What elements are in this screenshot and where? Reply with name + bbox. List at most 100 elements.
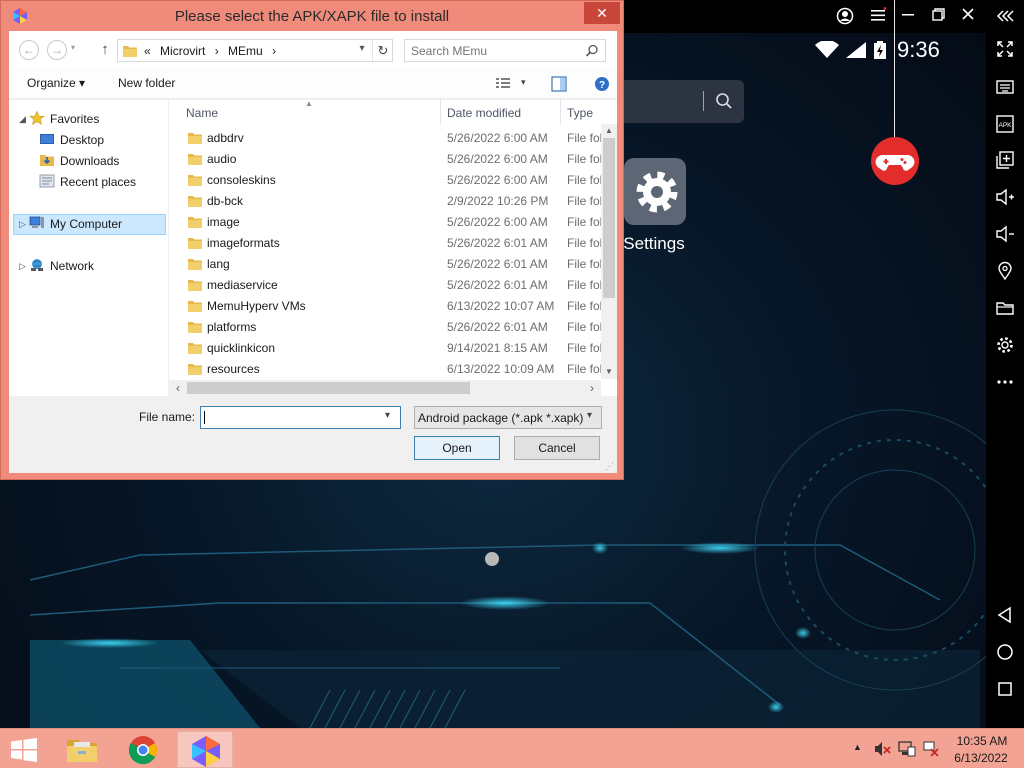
address-dropdown-icon[interactable]: ▾ [354, 43, 370, 54]
home-icon[interactable] [994, 642, 1016, 664]
change-view-icon[interactable] [495, 77, 511, 91]
dialog-close-button[interactable]: ✕ [584, 2, 620, 24]
file-type-dropdown-icon[interactable]: ▾ [587, 410, 592, 421]
taskbar-memu[interactable] [177, 731, 233, 768]
file-row[interactable]: imageformats 5/26/2022 6:01 AM File folder [169, 232, 605, 253]
file-row[interactable]: audio 5/26/2022 6:00 AM File folder [169, 148, 605, 169]
file-name-input[interactable] [201, 407, 381, 428]
horizontal-scroll-thumb[interactable] [187, 382, 470, 394]
vertical-scroll-thumb[interactable] [603, 138, 615, 298]
nav-network[interactable]: Network [29, 256, 94, 276]
menu-icon[interactable] [868, 7, 888, 27]
network-status-icon[interactable] [898, 741, 916, 757]
file-row[interactable]: mediaservice 5/26/2022 6:01 AM File folder [169, 274, 605, 295]
show-hidden-icons-chevron-icon[interactable]: ▲ [853, 742, 862, 752]
search-box[interactable] [404, 39, 606, 62]
up-one-level-button[interactable]: ↑ [97, 40, 113, 60]
nav-favorites[interactable]: Favorites [29, 109, 99, 129]
location-icon[interactable] [994, 261, 1016, 283]
breadcrumb-separator[interactable]: › [215, 44, 219, 58]
file-row[interactable]: quicklinkicon 9/14/2021 8:15 AM File folde… [169, 337, 605, 358]
file-row[interactable]: image 5/26/2022 6:00 AM File folder [169, 211, 605, 232]
column-divider[interactable] [560, 100, 561, 124]
file-row[interactable]: consoleskins 5/26/2022 6:00 AM File folder [169, 169, 605, 190]
folder-icon [188, 259, 202, 270]
settings-app-shortcut[interactable]: Settings [620, 158, 688, 258]
settings-app-tile[interactable] [624, 158, 686, 225]
windows-start-icon[interactable] [10, 738, 38, 762]
nav-my-computer[interactable]: My Computer [29, 214, 122, 234]
recent-locations-chevron-icon[interactable]: ▾ [71, 43, 75, 52]
preview-pane-icon[interactable] [551, 76, 567, 92]
taskbar-clock-date[interactable]: 6/13/2022 [945, 751, 1017, 765]
back-icon[interactable] [994, 605, 1016, 627]
fullscreen-icon[interactable] [994, 39, 1016, 61]
search-icon[interactable] [715, 92, 733, 110]
vertical-scrollbar[interactable]: ▲ ▼ [601, 124, 617, 379]
scroll-down-icon[interactable]: ▼ [601, 365, 617, 379]
help-icon[interactable]: ? [594, 76, 610, 92]
taskbar-file-explorer[interactable] [54, 731, 110, 768]
multi-instance-icon[interactable] [994, 150, 1016, 172]
keyboard-icon[interactable] [994, 77, 1016, 99]
nav-desktop[interactable]: Desktop [39, 130, 104, 150]
close-icon[interactable] [958, 7, 978, 27]
taskbar-chrome[interactable] [115, 731, 171, 768]
account-icon[interactable] [835, 7, 855, 27]
address-bar[interactable]: « Microvirt › MEmu › ▾ ↻ [117, 39, 393, 62]
volume-muted-icon[interactable] [874, 741, 892, 757]
breadcrumb-memu[interactable]: MEmu [228, 44, 263, 58]
search-input[interactable] [405, 40, 581, 61]
taskbar-clock-time[interactable]: 10:35 AM [952, 734, 1012, 748]
shared-folder-icon[interactable] [994, 298, 1016, 320]
dialog-title-bar[interactable]: Please select the APK/XAPK file to insta… [1, 1, 623, 31]
collapse-sidebar-icon[interactable] [994, 6, 1016, 28]
file-row[interactable]: MemuHyperv VMs 6/13/2022 10:07 AM File fol… [169, 295, 605, 316]
file-name-combobox[interactable]: ▾ [200, 406, 401, 429]
volume-down-icon[interactable] [994, 224, 1016, 246]
view-menu-chevron-icon[interactable]: ▾ [521, 77, 526, 88]
new-folder-button[interactable]: New folder [118, 76, 175, 90]
search-icon[interactable] [585, 44, 599, 58]
column-header-date-modified[interactable]: Date modified [447, 106, 521, 120]
open-button[interactable]: Open [414, 436, 500, 460]
file-row[interactable]: lang 5/26/2022 6:01 AM File folder [169, 253, 605, 274]
apk-install-icon[interactable]: APK [994, 114, 1016, 136]
column-divider[interactable] [440, 100, 441, 124]
column-header-type[interactable]: Type [567, 106, 593, 120]
organize-button[interactable]: Organize ▾ [27, 76, 85, 90]
network-expand-icon[interactable]: ▷ [19, 261, 26, 272]
file-row[interactable]: db-bck 2/9/2022 10:26 PM File folder [169, 190, 605, 211]
scroll-left-icon[interactable]: ‹ [171, 380, 185, 396]
refresh-button[interactable]: ↻ [372, 40, 393, 61]
cancel-button[interactable]: Cancel [514, 436, 600, 460]
nav-downloads[interactable]: Downloads [39, 151, 119, 171]
horizontal-scrollbar[interactable]: ‹ › [169, 380, 601, 396]
file-row[interactable]: adbdrv 5/26/2022 6:00 AM File folder [169, 127, 605, 148]
column-header-name[interactable]: Name [186, 106, 218, 120]
recent-apps-icon[interactable] [994, 679, 1016, 701]
back-button[interactable]: ← [19, 40, 39, 60]
scroll-right-icon[interactable]: › [585, 380, 599, 396]
breadcrumb-separator[interactable]: › [272, 44, 276, 58]
scroll-up-icon[interactable]: ▲ [601, 124, 617, 138]
breadcrumb-microvirt[interactable]: Microvirt [160, 44, 205, 58]
file-name: MemuHyperv VMs [207, 299, 306, 313]
resize-grip-icon[interactable]: ⋰ [605, 461, 614, 472]
forward-button[interactable]: → [47, 40, 67, 60]
favorites-collapse-icon[interactable]: ◢ [19, 114, 26, 125]
settings-gear-icon[interactable] [994, 335, 1016, 357]
my-computer-expand-icon[interactable]: ▷ [19, 219, 26, 230]
file-row[interactable]: platforms 5/26/2022 6:01 AM File folder [169, 316, 605, 337]
more-options-icon[interactable] [994, 372, 1016, 394]
breadcrumb-overflow[interactable]: « [144, 44, 151, 58]
minimize-icon[interactable] [898, 7, 918, 27]
gamepad-button[interactable] [871, 137, 919, 185]
maximize-icon[interactable] [928, 7, 948, 27]
action-center-icon[interactable] [922, 741, 940, 757]
volume-up-icon[interactable] [994, 187, 1016, 209]
file-name-dropdown-icon[interactable]: ▾ [385, 410, 390, 421]
nav-recent-places[interactable]: Recent places [39, 172, 136, 192]
file-row[interactable]: resources 6/13/2022 10:09 AM File folder [169, 358, 605, 379]
file-type-select[interactable]: Android package (*.apk *.xapk) ▾ [414, 406, 602, 429]
